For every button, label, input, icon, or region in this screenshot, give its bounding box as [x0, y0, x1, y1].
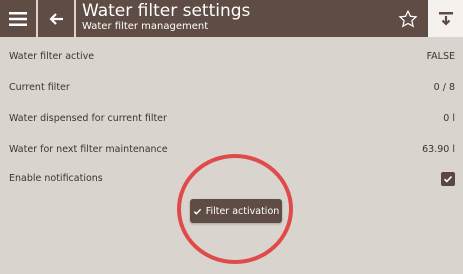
filter-active-value: FALSE — [426, 51, 455, 62]
arrow-left-icon — [49, 12, 63, 25]
favorite-button[interactable] — [392, 0, 424, 37]
water-dispensed-value: 0 l — [443, 113, 455, 124]
water-dispensed-label: Water dispensed for current filter — [9, 113, 167, 124]
back-button[interactable] — [38, 0, 74, 37]
header-divider — [74, 0, 76, 37]
notifications-checkbox[interactable] — [441, 172, 455, 186]
current-filter-value: 0 / 8 — [433, 82, 455, 93]
menu-button[interactable] — [0, 0, 36, 37]
app-header: Water filter settings Water filter manag… — [0, 0, 463, 37]
next-maintenance-label: Water for next filter maintenance — [9, 144, 168, 155]
current-filter-row: Current filter 0 / 8 — [0, 77, 463, 99]
star-outline-icon — [398, 9, 418, 27]
checkmark-icon — [193, 208, 201, 215]
notifications-label: Enable notifications — [9, 173, 103, 184]
header-titles: Water filter settings Water filter manag… — [82, 2, 382, 33]
next-maintenance-row: Water for next filter maintenance 63.90 … — [0, 139, 463, 161]
filter-activation-toast[interactable]: Filter activation — [190, 199, 282, 223]
download-button[interactable] — [428, 0, 463, 37]
notifications-row: Enable notifications — [0, 168, 463, 190]
download-icon — [438, 11, 453, 26]
water-dispensed-row: Water dispensed for current filter 0 l — [0, 108, 463, 130]
page-subtitle: Water filter management — [82, 21, 209, 32]
page-title: Water filter settings — [82, 1, 251, 21]
filter-active-label: Water filter active — [9, 51, 95, 62]
checkmark-icon — [443, 175, 453, 183]
current-filter-label: Current filter — [9, 82, 70, 93]
next-maintenance-value: 63.90 l — [422, 144, 455, 155]
filter-active-row: Water filter active FALSE — [0, 46, 463, 68]
hamburger-menu-icon — [9, 11, 27, 26]
toast-label: Filter activation — [205, 205, 280, 217]
